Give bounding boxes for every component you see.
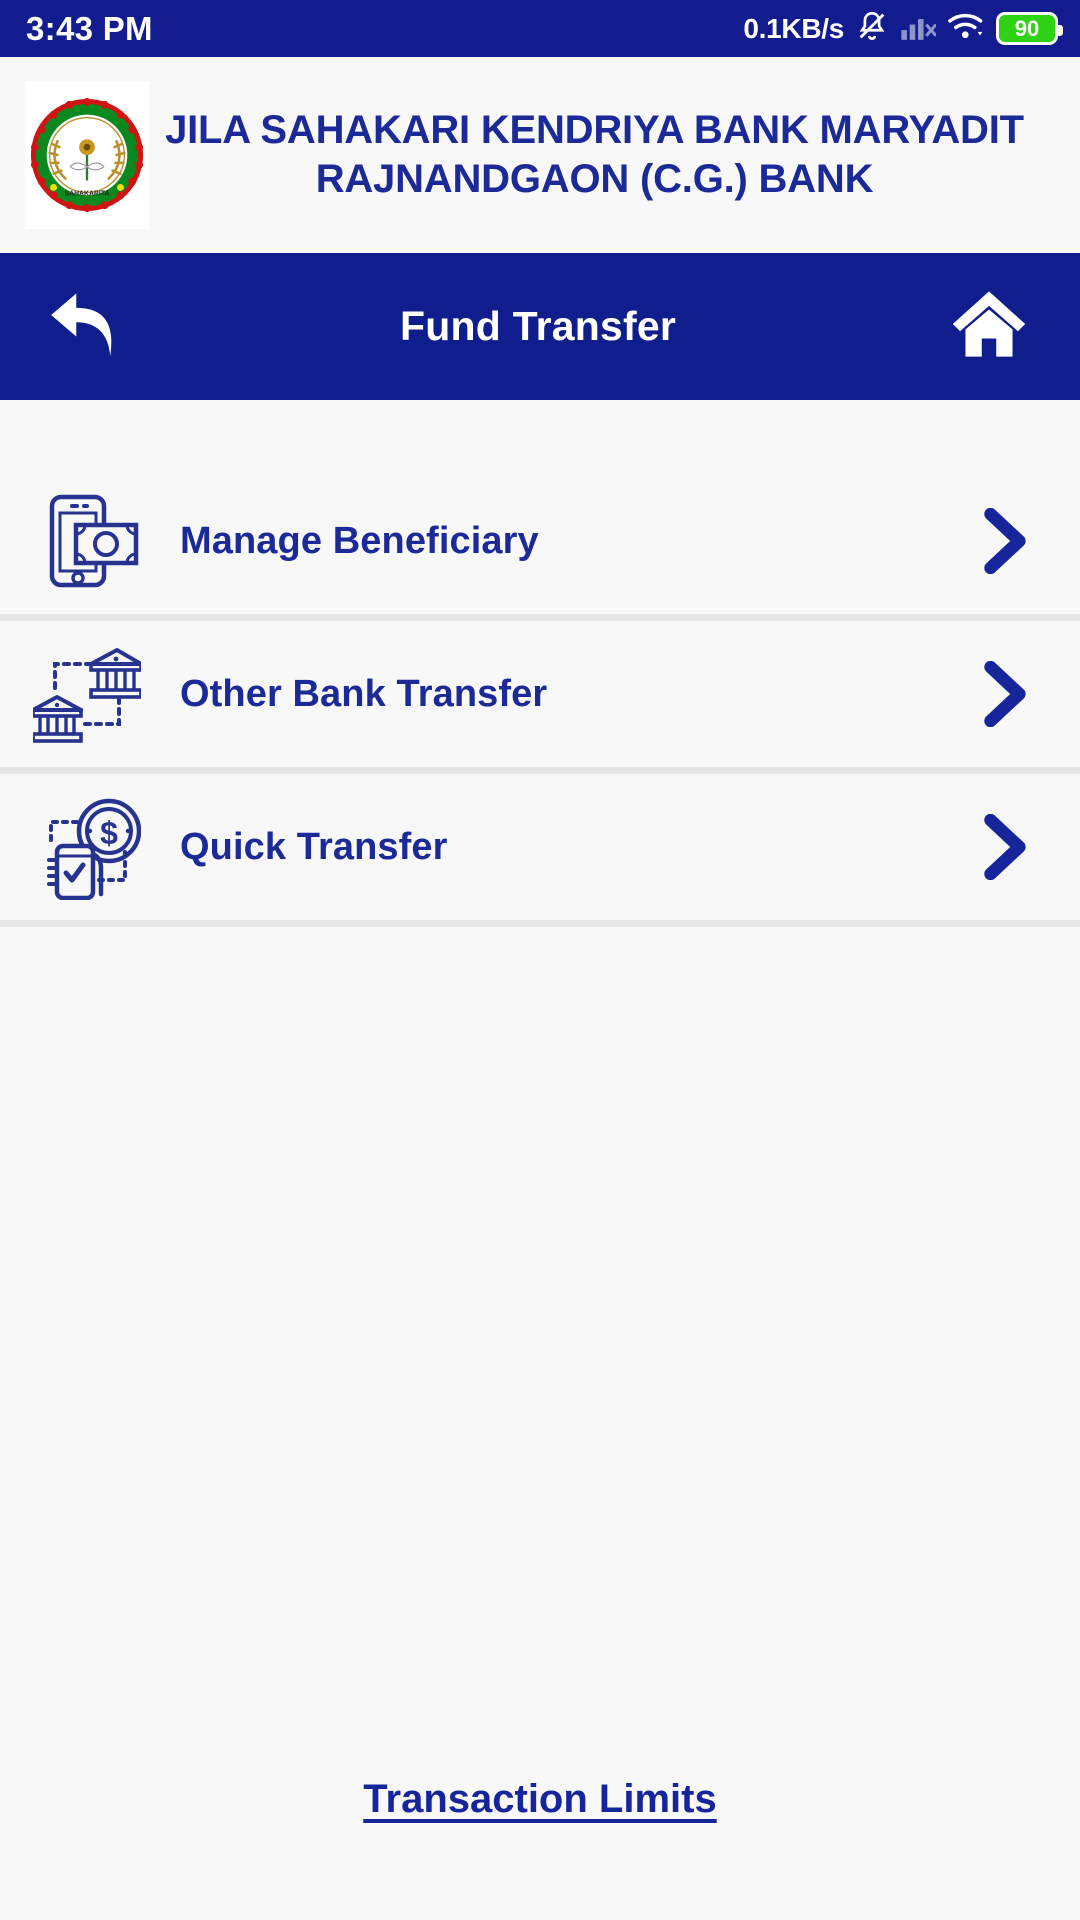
menu-item-label: Quick Transfer [180,825,448,868]
cellular-signal-icon [900,10,938,47]
wifi-icon [947,9,985,48]
home-button[interactable] [946,284,1032,370]
chevron-right-icon[interactable] [974,661,1034,727]
menu-item-label: Manage Beneficiary [180,519,539,562]
status-bar-clock: 3:43 PM [26,9,153,47]
status-bar-indicators: 0.1KB/s 90 [743,9,1063,48]
bell-muted-icon [855,9,889,48]
svg-text:$: $ [100,815,118,851]
battery-icon: 90 [996,12,1063,45]
menu-item-label: Other Bank Transfer [180,672,548,715]
battery-level-label: 90 [1014,15,1040,41]
fund-transfer-menu: Manage Beneficiary Other Bank Transfer $… [0,400,1080,927]
network-speed-label: 0.1KB/s [743,12,844,44]
back-arrow-icon [44,284,130,369]
menu-item-manage-beneficiary[interactable]: Manage Beneficiary [0,468,1080,614]
menu-item-quick-transfer[interactable]: $ Quick Transfer [0,774,1080,920]
svg-text:SAHAKARITA: SAHAKARITA [65,190,110,197]
fund-transfer-content: Manage Beneficiary Other Bank Transfer $… [0,400,1080,1920]
footer: Transaction Limits [0,1777,1080,1822]
app-bar: Fund Transfer [0,253,1080,400]
chevron-right-icon[interactable] [974,508,1034,574]
mobile-money-icon [28,489,146,593]
list-divider [0,614,1080,621]
list-divider [0,767,1080,774]
bank-title: JILA SAHAKARI KENDRIYA BANK MARYADIT RAJ… [149,106,1060,204]
chevron-right-icon[interactable] [974,814,1034,880]
back-button[interactable] [44,284,130,370]
quick-pay-coin-icon: $ [28,794,146,900]
bank-to-bank-icon [28,642,146,746]
menu-item-other-bank-transfer[interactable]: Other Bank Transfer [0,621,1080,767]
bank-title-line2: RAJNANDGAON (C.G.) BANK [315,157,874,201]
bank-logo: SAHAKARITA [25,81,149,229]
bank-header: SAHAKARITA JILA SAHAKARI KENDRIYA BANK M… [0,57,1080,253]
home-icon [948,286,1030,367]
bank-title-line1: JILA SAHAKARI KENDRIYA BANK MARYADIT [165,108,1024,153]
page-title: Fund Transfer [400,303,676,349]
list-divider [0,920,1080,927]
transaction-limits-link[interactable]: Transaction Limits [363,1777,716,1822]
status-bar: 3:43 PM 0.1KB/s 90 [0,0,1080,57]
